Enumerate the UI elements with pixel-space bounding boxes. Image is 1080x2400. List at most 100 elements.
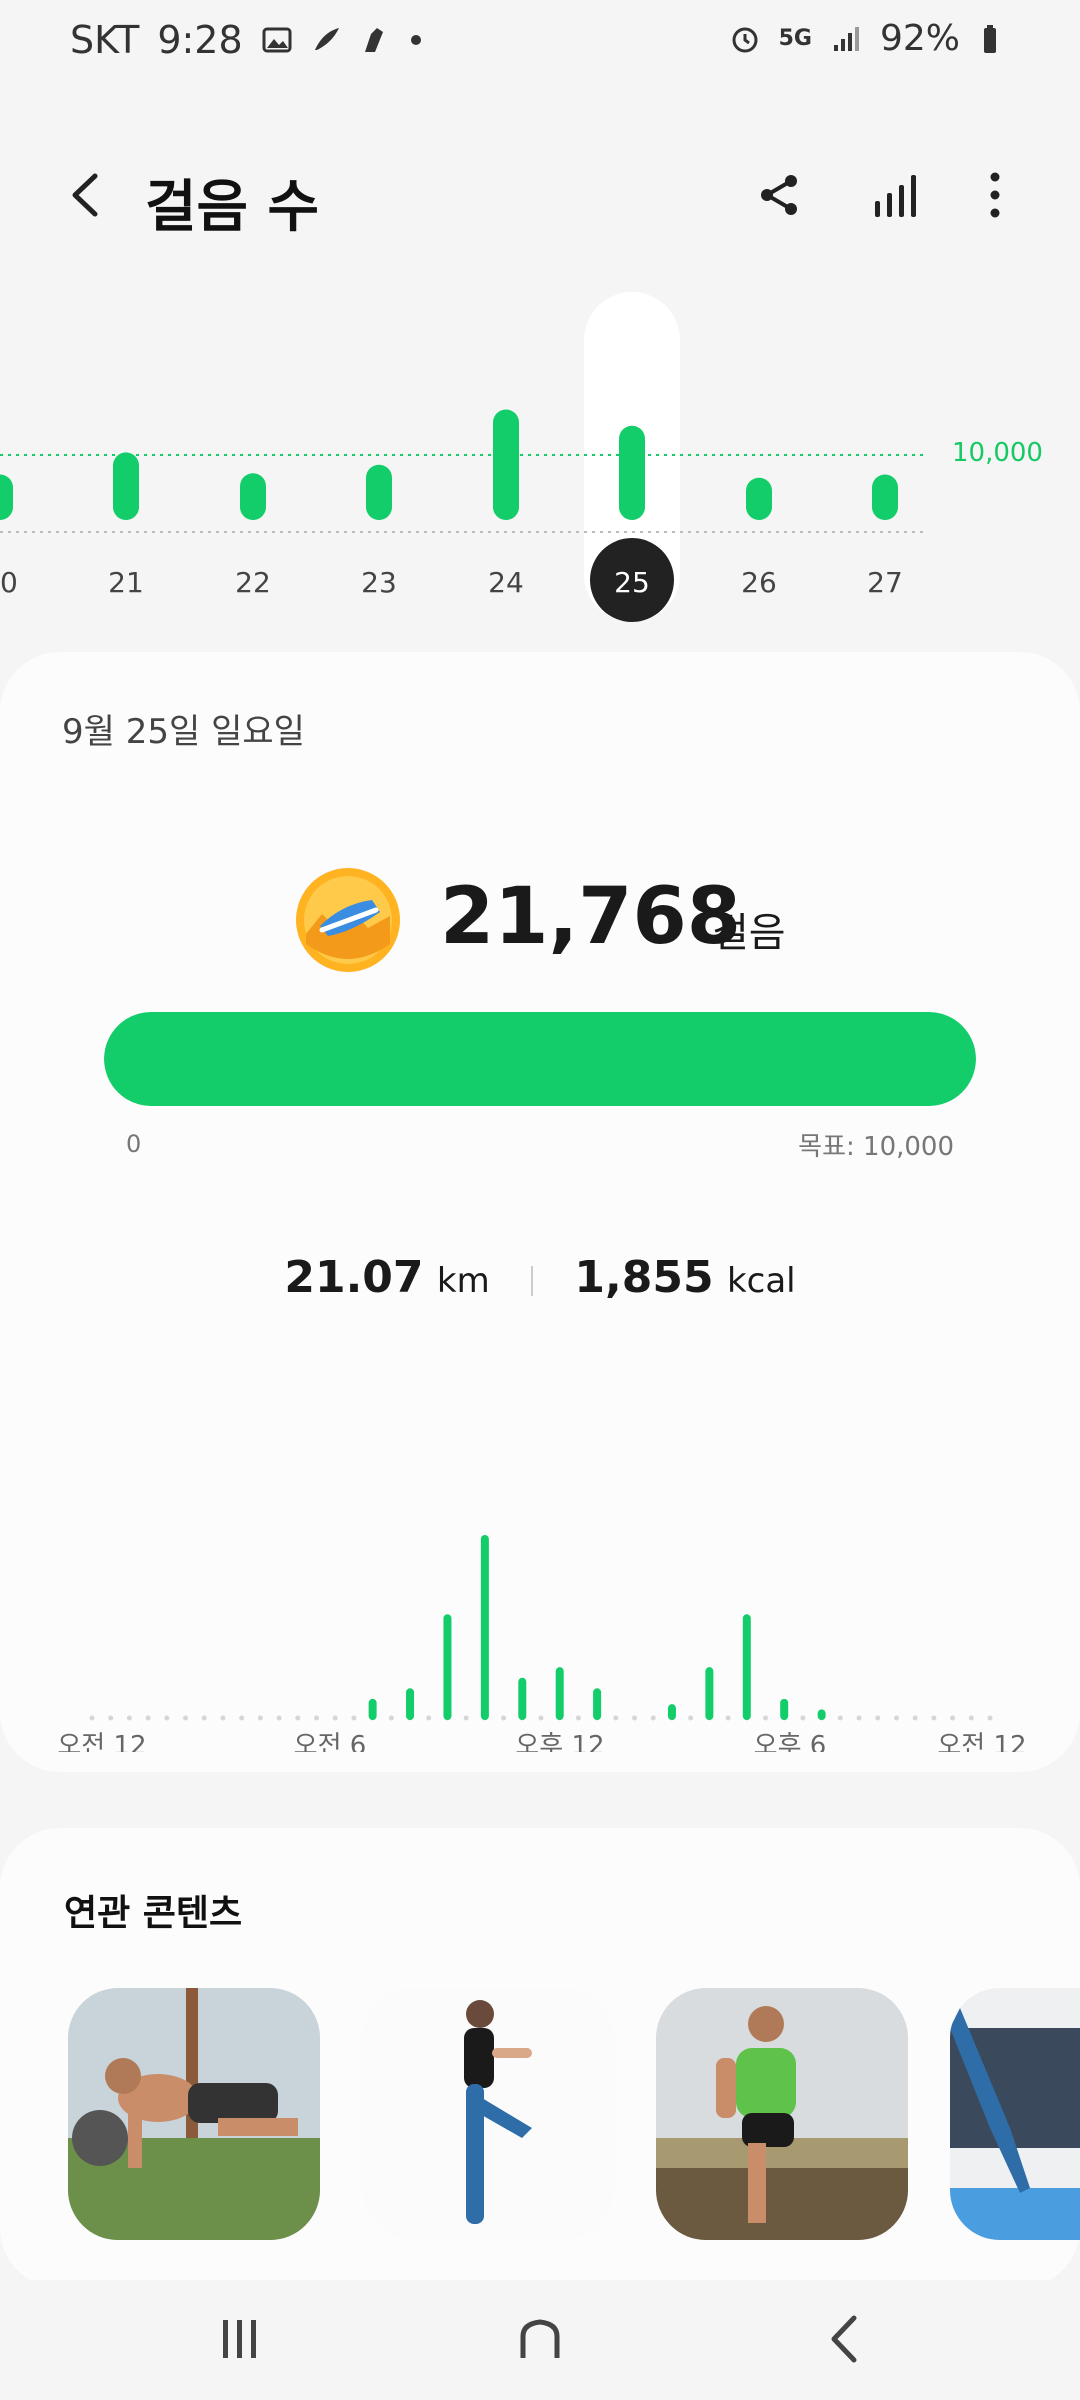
day-bar-20 [0,474,13,520]
baseline-dot [950,1715,956,1721]
running-image [656,1988,908,2240]
baseline-dot [276,1715,282,1721]
recent-apps-button[interactable] [195,2304,285,2374]
progress-min-label: 0 [126,1130,142,1158]
baseline-dot [220,1715,226,1721]
hour-bar-16 [705,1667,714,1720]
day-label-24: 24 [488,566,524,599]
hour-bar-17 [742,1614,751,1720]
baseline-dot [126,1715,132,1721]
system-back-button[interactable] [800,2304,890,2374]
related-thumbnail-running[interactable] [656,1988,908,2240]
back-button[interactable] [50,160,120,230]
trends-button[interactable] [860,160,930,230]
baseline-dot [968,1715,974,1721]
home-icon [520,2319,560,2358]
status-right: 5G 92% [729,18,1010,59]
hour-bar-18 [780,1698,789,1720]
hour-bar-15 [667,1704,676,1720]
weekly-steps-chart[interactable]: 20 21 22 23 24 25 26 27 10,000 [0,290,1080,630]
workout-image [68,1988,320,2240]
baseline-dot [145,1715,151,1721]
distance-unit: km [436,1261,490,1301]
day-bar-27 [872,474,898,520]
steps-progress-fill [104,1012,976,1106]
goal-line-label: 10,000 [952,438,1043,468]
baseline-dot [351,1715,357,1721]
baseline-dot [575,1715,581,1721]
bar-chart-icon [875,175,916,217]
day-summary-card: 9월 25일 일요일 21,768 걸음 0 목표: 10,000 21.07 … [0,652,1080,1772]
date-label: 9월 25일 일요일 [62,712,305,752]
baseline-dot [856,1715,862,1721]
hour-axis-label: 오전 6 [294,1731,367,1752]
day-bar-26 [746,477,772,520]
baseline-dot [201,1715,207,1721]
day-label-26: 26 [741,566,777,599]
progress-goal-label: 목표: 10,000 [798,1132,954,1162]
home-button[interactable] [495,2304,585,2374]
share-button[interactable] [745,160,815,230]
day-label-22: 22 [235,566,271,599]
status-left: SKT 9:28 [70,18,421,62]
baseline-dot [931,1715,937,1721]
baseline-dot [164,1715,170,1721]
baseline-dot [837,1715,843,1721]
day-bar-22 [240,473,266,520]
distance-calories-row: 21.07 km 1,855 kcal [0,1252,1080,1303]
more-vertical-icon [990,172,1000,218]
hourly-steps-chart: 오전 12 오전 6 오후 12 오후 6 오전 12 [0,1412,1080,1752]
baseline-dot [239,1715,245,1721]
hour-bar-7 [368,1698,377,1720]
divider [531,1265,534,1296]
baseline-dot [108,1715,114,1721]
day-label-21: 21 [108,566,144,599]
pilates-image [950,1988,1080,2240]
baseline-dot [463,1715,469,1721]
hour-axis-label: 오후 6 [754,1731,827,1752]
battery-icon [984,24,996,53]
hour-bar-19 [817,1709,826,1720]
hour-bar-13 [593,1688,602,1720]
recent-apps-icon [223,2320,256,2358]
baseline-dot [875,1715,881,1721]
distance-value: 21.07 [284,1252,424,1303]
day-label-27: 27 [867,566,903,599]
baseline-dot [763,1715,768,1721]
hour-bar-9 [443,1614,452,1720]
alarm-icon [732,27,758,52]
related-content-card: 연관 콘텐츠 [0,1828,1080,2288]
back-arrow-icon [831,2315,857,2363]
status-bar: SKT 9:28 5G 92% [0,0,1080,90]
day-label-25: 25 [614,566,650,599]
baseline-dot [688,1715,694,1721]
baseline-dot [613,1715,619,1721]
baseline-dot [632,1715,638,1721]
baseline-dot [295,1715,301,1721]
related-content-title: 연관 콘텐츠 [64,1893,243,1934]
baseline-dot [650,1715,656,1721]
share-icon [761,175,797,215]
carrier-text: SKT [70,18,140,62]
steps-value: 21,768 [440,872,741,962]
network-type: 5G [778,26,812,51]
related-thumbnail-stretch[interactable] [362,1988,614,2240]
baseline-dot [893,1715,899,1721]
day-label-20: 20 [0,566,18,599]
page-title: 걸음 수 [145,175,320,240]
day-bar-25 [619,425,645,520]
stretch-image [362,1988,614,2240]
hour-bar-12 [555,1667,564,1720]
baseline-dot [314,1715,319,1721]
day-label-23: 23 [361,566,397,599]
baseline-dot [332,1715,338,1721]
day-bar-24 [493,409,519,520]
related-thumbnail-pilates[interactable] [950,1988,1080,2240]
more-options-button[interactable] [960,160,1030,230]
hour-bar-10 [480,1535,489,1720]
weekly-chart-svg: 20 21 22 23 24 25 26 27 [0,292,925,622]
calories-unit: kcal [726,1261,796,1301]
related-thumbnail-pushup[interactable] [68,1988,320,2240]
more-notifications-icon [410,35,421,45]
steps-progress-bar [104,1012,976,1106]
